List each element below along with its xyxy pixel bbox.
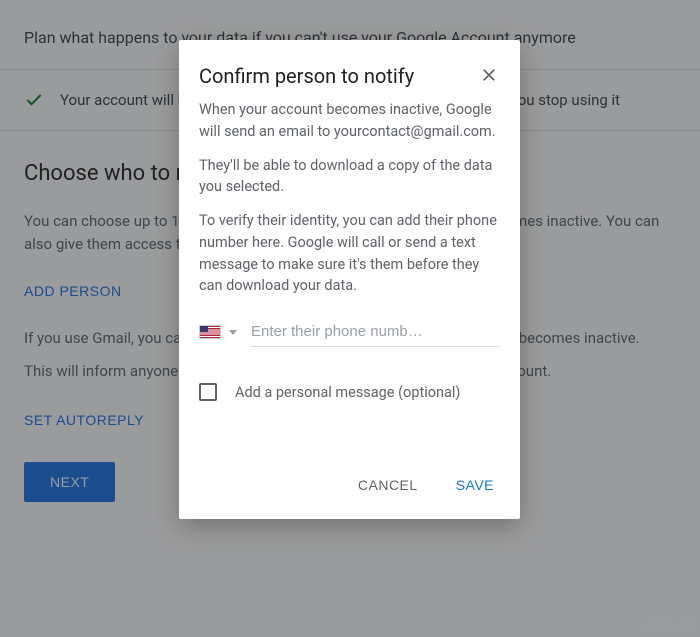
confirm-notify-dialog: Confirm person to notify When your accou… [179,40,520,519]
dialog-actions: CANCEL SAVE [179,411,520,519]
close-button[interactable] [478,64,500,89]
chevron-down-icon [229,330,237,335]
cancel-button[interactable]: CANCEL [354,471,422,499]
phone-input-row [179,309,520,361]
dialog-body: When your account becomes inactive, Goog… [179,99,520,297]
close-icon [480,66,498,84]
save-button[interactable]: SAVE [452,471,498,499]
watermark: wsxdn.com [643,620,694,631]
personal-message-checkbox[interactable] [199,383,217,401]
country-select[interactable] [199,325,237,339]
personal-message-label: Add a personal message (optional) [235,384,460,401]
personal-message-row: Add a personal message (optional) [179,361,520,411]
us-flag-icon [199,325,221,339]
dialog-header: Confirm person to notify [179,40,520,99]
dialog-paragraph-3: To verify their identity, you can add th… [199,210,500,297]
dialog-paragraph-1: When your account becomes inactive, Goog… [199,99,500,143]
dialog-title: Confirm person to notify [199,64,414,88]
dialog-paragraph-2: They'll be able to download a copy of th… [199,155,500,199]
phone-input[interactable] [251,317,500,347]
